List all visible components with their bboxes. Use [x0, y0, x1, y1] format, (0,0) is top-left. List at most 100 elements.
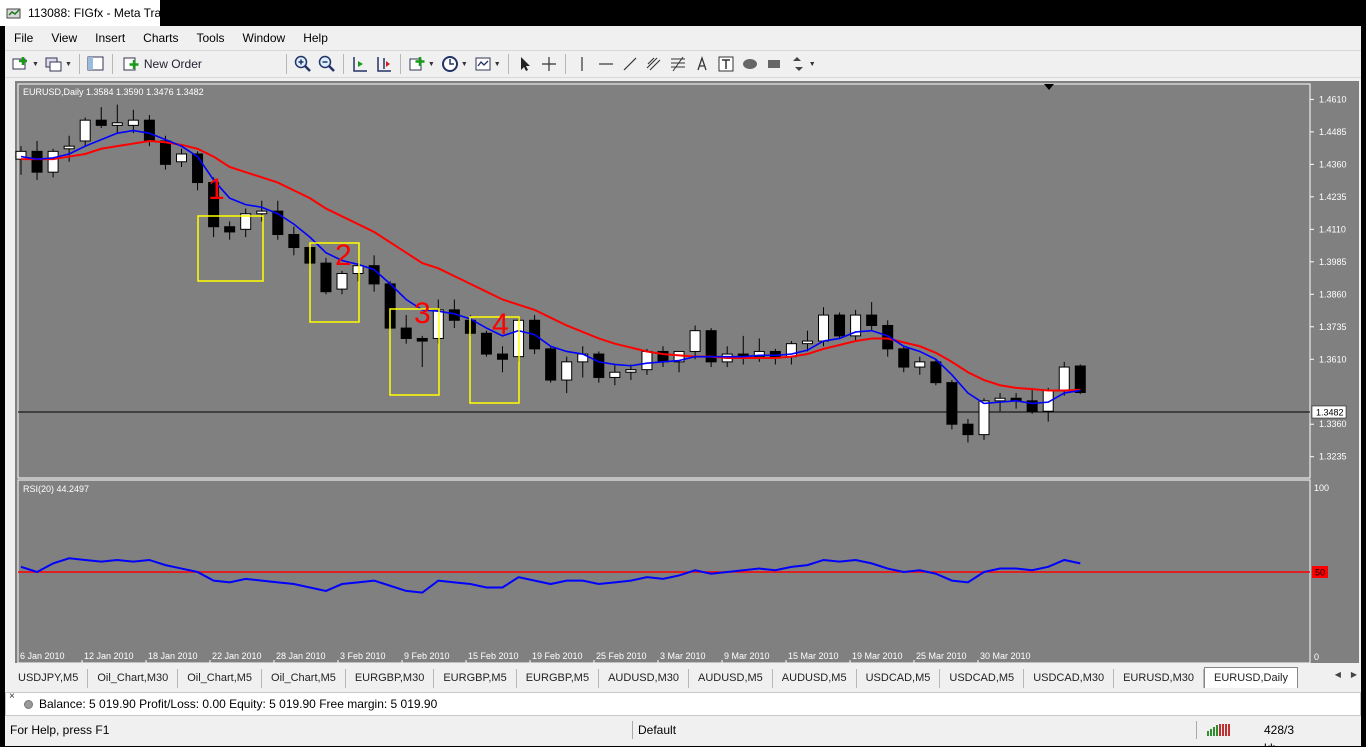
- templates-button[interactable]: ▼: [471, 53, 504, 75]
- rsi-level-label: 50: [1315, 568, 1325, 578]
- tab-oil-chart-m5[interactable]: Oil_Chart,M5: [178, 669, 263, 688]
- chart-shift-button[interactable]: [372, 53, 396, 75]
- price-tick-label: 1.4485: [1319, 127, 1347, 137]
- chevron-down-icon: ▼: [493, 60, 501, 68]
- vertical-line-button[interactable]: [570, 53, 594, 75]
- chart-info: EURUSD,Daily 1.3584 1.3590 1.3476 1.3482: [23, 87, 204, 97]
- chevron-down-icon: ▼: [460, 60, 468, 68]
- tab-eurgbp-m30[interactable]: EURGBP,M30: [346, 669, 435, 688]
- toolbar-separator: [399, 54, 401, 74]
- crosshair-tool-button[interactable]: [537, 53, 561, 75]
- rectangle-tool-button[interactable]: [762, 53, 786, 75]
- channel-button[interactable]: [642, 53, 666, 75]
- window-icon: [87, 56, 104, 71]
- tab-eurgbp-m5-2[interactable]: EURGBP,M5: [517, 669, 600, 688]
- auto-scroll-button[interactable]: [348, 53, 372, 75]
- periods-button[interactable]: ▼: [438, 53, 471, 75]
- rsi-label: RSI(20) 44.2497: [23, 484, 89, 494]
- toolbar-separator: [507, 54, 509, 74]
- scroll-left-icon[interactable]: ◀: [1335, 670, 1341, 679]
- close-icon[interactable]: ×: [9, 691, 15, 702]
- zoom-in-button[interactable]: [291, 53, 315, 75]
- trendline-button[interactable]: [618, 53, 642, 75]
- tab-oil-chart-m5-2[interactable]: Oil_Chart,M5: [262, 669, 346, 688]
- menu-view[interactable]: View: [42, 28, 86, 48]
- menu-help[interactable]: Help: [294, 28, 337, 48]
- horizontal-line-icon: [598, 63, 613, 65]
- text-label-button[interactable]: [714, 53, 738, 75]
- bull-candle-body: [336, 273, 348, 290]
- horizontal-line-button[interactable]: [594, 53, 618, 75]
- profiles-button[interactable]: ▼: [42, 53, 75, 75]
- trendline-icon: [623, 57, 637, 71]
- menu-window[interactable]: Window: [234, 28, 295, 48]
- bear-candle-body: [31, 150, 43, 173]
- app-icon: [6, 6, 22, 20]
- bear-candle-body: [416, 337, 428, 342]
- tab-eurgbp-m5[interactable]: EURGBP,M5: [434, 669, 517, 688]
- bull-candle-body: [561, 361, 573, 381]
- market-watch-button[interactable]: [84, 53, 108, 75]
- tab-usdcad-m5-2[interactable]: USDCAD,M5: [940, 669, 1025, 688]
- tab-audusd-m5-2[interactable]: AUDUSD,M5: [773, 669, 857, 688]
- toolbar-separator: [285, 54, 287, 74]
- price-tick-label: 1.4110: [1319, 224, 1346, 234]
- zoom-out-button[interactable]: [315, 53, 339, 75]
- rsi-min-label: 0: [1314, 652, 1319, 662]
- bear-candle-body: [1074, 365, 1086, 394]
- text-tool-button[interactable]: [690, 53, 714, 75]
- date-tick-label: 18 Jan 2010: [148, 651, 198, 661]
- tab-usdjpy-m5[interactable]: USDJPY,M5: [9, 669, 89, 688]
- tab-oil-chart-m30[interactable]: Oil_Chart,M30: [88, 669, 179, 688]
- menu-insert[interactable]: Insert: [86, 28, 134, 48]
- indicators-button[interactable]: ▼: [405, 53, 438, 75]
- scroll-right-icon[interactable]: ▶: [1351, 670, 1357, 679]
- bear-candle-body: [400, 327, 412, 339]
- ellipse-icon: [742, 59, 757, 69]
- bull-candle-body: [63, 145, 75, 150]
- bull-candle-body: [352, 265, 364, 275]
- tab-audusd-m30[interactable]: AUDUSD,M30: [599, 669, 689, 688]
- date-tick-label: 25 Mar 2010: [916, 651, 967, 661]
- date-tick-label: 3 Mar 2010: [660, 651, 706, 661]
- tab-scroll: ◀ ▶: [1335, 670, 1357, 679]
- terminal-panel: × Balance: 5 019.90 Profit/Loss: 0.00 Eq…: [5, 691, 1361, 716]
- connection-icon: [1207, 724, 1230, 736]
- profiles-icon: [45, 57, 62, 72]
- bear-candle-body: [898, 348, 910, 368]
- arrows-button[interactable]: ▼: [786, 53, 819, 75]
- ellipse-tool-button[interactable]: [738, 53, 762, 75]
- menu-charts[interactable]: Charts: [134, 28, 187, 48]
- menu-bar: File View Insert Charts Tools Window Hel…: [5, 28, 337, 48]
- tab-eurusd-m30[interactable]: EURUSD,M30: [1114, 669, 1204, 688]
- bull-candle-body: [689, 330, 701, 352]
- new-order-icon: [123, 57, 139, 71]
- cursor-tool-button[interactable]: [513, 53, 537, 75]
- price-chart[interactable]: EURUSD,Daily 1.3584 1.3590 1.3476 1.3482…: [15, 81, 1359, 663]
- annotation-2: 2: [335, 239, 352, 272]
- menu-tools[interactable]: Tools: [188, 28, 234, 48]
- new-chart-button[interactable]: ▼: [9, 53, 42, 75]
- fibonacci-button[interactable]: [666, 53, 690, 75]
- tab-audusd-m5[interactable]: AUDUSD,M5: [689, 669, 773, 688]
- chart-window[interactable]: EURUSD,Daily 1.3584 1.3590 1.3476 1.3482…: [15, 81, 1359, 663]
- candle: [946, 380, 958, 430]
- templates-icon: [475, 57, 491, 71]
- help-status: For Help, press F1: [5, 721, 633, 739]
- profile-status: Default: [633, 721, 1197, 739]
- new-order-button[interactable]: New Order: [117, 53, 208, 75]
- price-tick-label: 1.3235: [1319, 452, 1347, 462]
- bull-candle-body: [801, 340, 813, 345]
- tab-eurusd-daily[interactable]: EURUSD,Daily: [1204, 667, 1298, 688]
- bull-candle-body: [79, 119, 91, 142]
- bull-candle-body: [641, 350, 653, 371]
- tab-usdcad-m5[interactable]: USDCAD,M5: [857, 669, 941, 688]
- tab-usdcad-m30[interactable]: USDCAD,M30: [1024, 669, 1115, 688]
- bear-candle-body: [866, 314, 878, 326]
- text-icon: [697, 55, 707, 71]
- date-tick-label: 9 Mar 2010: [724, 651, 770, 661]
- chevron-down-icon: ▼: [427, 60, 435, 68]
- menu-file[interactable]: File: [5, 28, 42, 48]
- auto-scroll-icon: [353, 57, 367, 72]
- window-title: 113088: FIGfx - Meta Tra: [28, 6, 160, 20]
